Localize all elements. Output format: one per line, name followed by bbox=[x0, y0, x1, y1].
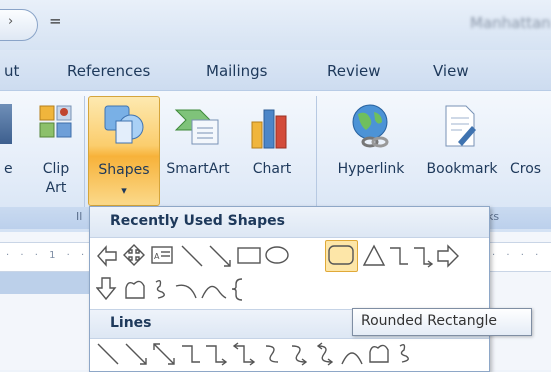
ribbon-separator bbox=[84, 96, 85, 220]
down-arrow-shape-icon[interactable] bbox=[96, 277, 117, 301]
tab-mailings[interactable]: Mailings bbox=[206, 62, 267, 80]
chart-button[interactable]: Chart bbox=[244, 100, 300, 200]
lines-header-label: Lines bbox=[110, 315, 152, 331]
arrow-line-shape-icon[interactable] bbox=[125, 343, 147, 365]
chevron-icon: › bbox=[8, 14, 14, 29]
triangle-shape-icon[interactable] bbox=[362, 244, 386, 266]
cross-reference-label[interactable]: Cros bbox=[510, 160, 541, 179]
tooltip-text: Rounded Rectangle bbox=[361, 313, 497, 329]
recent-shapes-row-1: A bbox=[97, 244, 459, 268]
shapes-icon bbox=[104, 105, 144, 144]
double-arrow-line-shape-icon[interactable] bbox=[153, 343, 175, 365]
clip-art-label-line2: Art bbox=[45, 180, 67, 196]
shape-tooltip: Rounded Rectangle bbox=[352, 308, 532, 336]
hyperlink-button[interactable]: Hyperlink bbox=[326, 100, 416, 200]
recent-shapes-row-2 bbox=[96, 277, 243, 301]
chevron-down-icon: ▾ bbox=[121, 184, 127, 197]
clip-art-label-line1: Clip bbox=[42, 161, 70, 177]
right-arrow-shape-icon[interactable] bbox=[437, 244, 459, 268]
curved-double-arrow-connector-shape-icon[interactable] bbox=[316, 342, 334, 366]
arc-shape-icon[interactable] bbox=[175, 284, 197, 299]
recent-shapes-header-label: Recently Used Shapes bbox=[110, 213, 285, 229]
curved-connector-shape-icon[interactable] bbox=[265, 345, 279, 363]
elbow-connector-shape-icon[interactable] bbox=[182, 345, 200, 363]
text-box-shape-icon[interactable]: A bbox=[151, 246, 173, 264]
recent-shapes-header: Recently Used Shapes bbox=[90, 207, 489, 238]
elbow-arrow-connector-shape-icon[interactable] bbox=[414, 247, 434, 268]
rectangle-shape-icon[interactable] bbox=[237, 247, 261, 264]
four-way-arrow-shape-icon[interactable] bbox=[123, 244, 145, 266]
oval-shape-icon[interactable] bbox=[265, 246, 289, 264]
smartart-icon bbox=[174, 109, 219, 145]
clip-art-icon bbox=[39, 105, 72, 138]
line-shape-icon[interactable] bbox=[97, 343, 119, 365]
scribble-shape-icon[interactable] bbox=[155, 279, 165, 299]
shapes-button[interactable]: Shapes ▾ bbox=[88, 96, 160, 206]
title-bar bbox=[0, 0, 551, 50]
svg-text:A: A bbox=[154, 252, 160, 261]
curve-shape-icon[interactable] bbox=[201, 285, 227, 299]
document-title: Manhattan bbox=[470, 14, 551, 32]
partial-button-label: e bbox=[4, 161, 13, 177]
smartart-button[interactable]: SmartArt bbox=[160, 100, 236, 200]
lines-row bbox=[97, 342, 409, 366]
ruler-ticks-left: · · · 1 · · bbox=[6, 250, 89, 261]
ruler-ticks-right: · · · · bbox=[492, 250, 543, 261]
ribbon-separator bbox=[316, 96, 317, 220]
arrow-line-shape-icon[interactable] bbox=[209, 245, 231, 267]
smartart-label: SmartArt bbox=[166, 161, 230, 177]
clip-art-button[interactable]: Clip Art bbox=[34, 100, 78, 210]
curve-shape-icon[interactable] bbox=[341, 352, 363, 365]
bookmark-icon bbox=[445, 105, 476, 147]
left-brace-shape-icon[interactable] bbox=[231, 278, 243, 301]
tab-view[interactable]: View bbox=[433, 62, 469, 80]
freeform-shape-icon[interactable] bbox=[125, 280, 145, 299]
office-button[interactable]: › bbox=[0, 9, 38, 41]
tab-review[interactable]: Review bbox=[327, 62, 381, 80]
globe-link-icon bbox=[352, 104, 389, 148]
elbow-arrow-connector-shape-icon[interactable] bbox=[206, 345, 228, 366]
picture-icon bbox=[0, 104, 12, 144]
illustrations-group-label: Il bbox=[76, 210, 83, 223]
scribble-shape-icon[interactable] bbox=[399, 343, 409, 363]
curved-arrow-connector-shape-icon[interactable] bbox=[291, 345, 308, 366]
hyperlink-label: Hyperlink bbox=[337, 161, 405, 177]
tab-layout[interactable]: ut bbox=[4, 62, 19, 80]
freeform-shape-icon[interactable] bbox=[369, 344, 389, 363]
chart-icon bbox=[251, 109, 287, 149]
elbow-connector-shape-icon[interactable] bbox=[390, 247, 408, 265]
bookmark-label: Bookmark bbox=[426, 161, 498, 177]
rounded-rectangle-shape-icon[interactable] bbox=[328, 245, 354, 265]
shapes-label: Shapes bbox=[98, 162, 150, 178]
quick-access-customize-icon[interactable]: = bbox=[49, 12, 62, 30]
page-margin-bar bbox=[0, 272, 92, 294]
chart-label: Chart bbox=[252, 161, 292, 177]
elbow-double-arrow-connector-shape-icon[interactable] bbox=[232, 342, 256, 366]
line-shape-icon[interactable] bbox=[181, 245, 203, 267]
left-arrow-shape-icon[interactable] bbox=[97, 245, 117, 267]
tab-references[interactable]: References bbox=[67, 62, 150, 80]
bookmark-button[interactable]: Bookmark bbox=[418, 100, 506, 200]
